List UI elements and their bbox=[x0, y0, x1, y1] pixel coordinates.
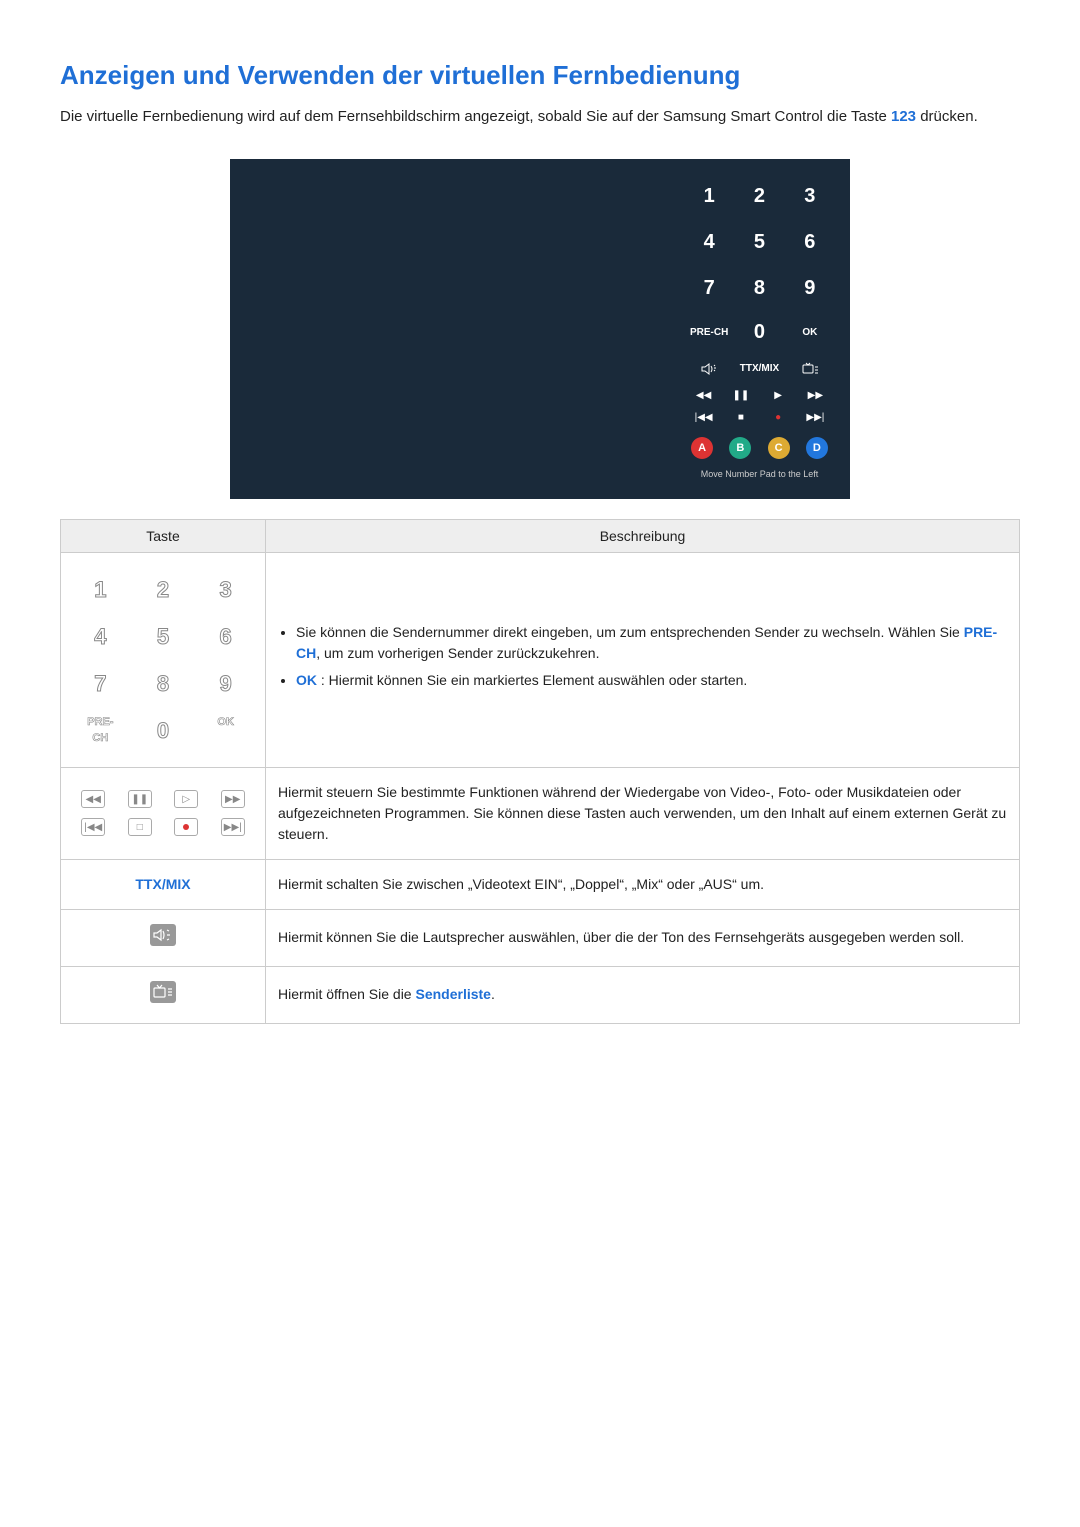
table-head-desc: Beschreibung bbox=[266, 519, 1020, 552]
speaker-select-icon bbox=[150, 924, 176, 946]
key-skip-fwd-icon: ▶▶| bbox=[221, 818, 245, 836]
key-prech: PRE-CH bbox=[83, 714, 118, 747]
tv-pause-icon[interactable]: ❚❚ bbox=[724, 387, 757, 405]
key-9: 9 bbox=[208, 667, 243, 700]
b2-key: OK bbox=[296, 672, 317, 688]
tv-skip-back-icon[interactable]: |◀◀ bbox=[687, 409, 720, 427]
tv-ttxmix-button[interactable]: TTX/MIX bbox=[737, 359, 781, 379]
ttxmix-label: TTX/MIX bbox=[135, 876, 190, 892]
tv-num-9[interactable]: 9 bbox=[788, 269, 832, 309]
table-row: Hiermit können Sie die Lautsprecher ausw… bbox=[61, 909, 1020, 966]
key-1: 1 bbox=[83, 573, 118, 606]
key-pause-icon: ❚❚ bbox=[128, 790, 152, 808]
tv-forward-icon[interactable]: ▶▶ bbox=[799, 387, 832, 405]
tv-num-2[interactable]: 2 bbox=[737, 177, 781, 217]
key-ok: OK bbox=[208, 714, 243, 747]
key-6: 6 bbox=[208, 620, 243, 653]
tv-num-7[interactable]: 7 bbox=[687, 269, 731, 309]
tv-num-6[interactable]: 6 bbox=[788, 223, 832, 263]
key-stop-icon: □ bbox=[128, 818, 152, 836]
table-head-key: Taste bbox=[61, 519, 266, 552]
keypad-outline: 1 2 3 4 5 6 7 8 9 PRE-CH 0 OK bbox=[73, 567, 253, 753]
key-7: 7 bbox=[83, 667, 118, 700]
numpad-bullet-1: Sie können die Sendernummer direkt einge… bbox=[296, 622, 1007, 664]
page-title: Anzeigen und Verwenden der virtuellen Fe… bbox=[60, 60, 1020, 91]
tv-num-1[interactable]: 1 bbox=[687, 177, 731, 217]
intro-paragraph: Die virtuelle Fernbedienung wird auf dem… bbox=[60, 106, 1020, 129]
transport-keys-outline: ◀◀ ❚❚ ▷ ▶▶ |◀◀ □ ▶▶| bbox=[73, 790, 253, 836]
intro-key-123: 123 bbox=[891, 108, 916, 125]
table-row: 1 2 3 4 5 6 7 8 9 PRE-CH 0 OK bbox=[61, 552, 1020, 767]
key-8: 8 bbox=[146, 667, 181, 700]
tv-num-3[interactable]: 3 bbox=[788, 177, 832, 217]
table-row: ◀◀ ❚❚ ▷ ▶▶ |◀◀ □ ▶▶| Hiermit steuern Sie… bbox=[61, 767, 1020, 859]
tv-num-8[interactable]: 8 bbox=[737, 269, 781, 309]
tv-color-c-button[interactable]: C bbox=[768, 437, 790, 459]
tv-skip-fwd-icon[interactable]: ▶▶| bbox=[799, 409, 832, 427]
chlist-pre: Hiermit öffnen Sie die bbox=[278, 986, 415, 1002]
tv-rewind-icon[interactable]: ◀◀ bbox=[687, 387, 720, 405]
tv-record-icon[interactable]: ● bbox=[762, 409, 795, 427]
channel-list-icon bbox=[150, 981, 176, 1003]
key-record-icon bbox=[174, 818, 198, 836]
numpad-bullet-2: OK : Hiermit können Sie ein markiertes E… bbox=[296, 670, 1007, 691]
chlist-key: Senderliste bbox=[415, 986, 490, 1002]
tv-color-b-button[interactable]: B bbox=[729, 437, 751, 459]
key-skip-back-icon: |◀◀ bbox=[81, 818, 105, 836]
tv-color-d-button[interactable]: D bbox=[806, 437, 828, 459]
chlist-desc: Hiermit öffnen Sie die Senderliste. bbox=[266, 966, 1020, 1023]
intro-post: drücken. bbox=[916, 108, 978, 125]
tv-stop-icon[interactable]: ■ bbox=[724, 409, 757, 427]
tv-color-a-button[interactable]: A bbox=[691, 437, 713, 459]
key-2: 2 bbox=[146, 573, 181, 606]
key-3: 3 bbox=[208, 573, 243, 606]
key-rewind-icon: ◀◀ bbox=[81, 790, 105, 808]
b1-post: , um zum vorherigen Sender zurückzukehre… bbox=[316, 645, 599, 661]
ttxmix-desc: Hiermit schalten Sie zwischen „Videotext… bbox=[266, 859, 1020, 909]
tv-speaker-select-icon[interactable] bbox=[687, 359, 731, 379]
tv-footer-hint: Move Number Pad to the Left bbox=[687, 469, 832, 479]
tv-number-grid: 1 2 3 4 5 6 7 8 9 bbox=[687, 177, 832, 309]
b1-pre: Sie können die Sendernummer direkt einge… bbox=[296, 624, 964, 640]
key-play-icon: ▷ bbox=[174, 790, 198, 808]
tv-play-icon[interactable]: ▶ bbox=[762, 387, 795, 405]
key-5: 5 bbox=[146, 620, 181, 653]
tv-ok-button[interactable]: OK bbox=[788, 313, 832, 353]
description-table: Taste Beschreibung 1 2 3 4 5 6 7 8 bbox=[60, 519, 1020, 1024]
transport-desc: Hiermit steuern Sie bestimmte Funktionen… bbox=[266, 767, 1020, 859]
intro-pre: Die virtuelle Fernbedienung wird auf dem… bbox=[60, 108, 891, 125]
key-4: 4 bbox=[83, 620, 118, 653]
table-row: Hiermit öffnen Sie die Senderliste. bbox=[61, 966, 1020, 1023]
key-0: 0 bbox=[146, 714, 181, 747]
speaker-desc: Hiermit können Sie die Lautsprecher ausw… bbox=[266, 909, 1020, 966]
tv-prech-button[interactable]: PRE-CH bbox=[687, 313, 731, 353]
chlist-post: . bbox=[491, 986, 495, 1002]
key-forward-icon: ▶▶ bbox=[221, 790, 245, 808]
tv-num-5[interactable]: 5 bbox=[737, 223, 781, 263]
tv-num-4[interactable]: 4 bbox=[687, 223, 731, 263]
table-row: TTX/MIX Hiermit schalten Sie zwischen „V… bbox=[61, 859, 1020, 909]
tv-screenshot: 1 2 3 4 5 6 7 8 9 PRE-CH 0 OK TTX/MIX bbox=[230, 159, 850, 499]
b2-post: : Hiermit können Sie ein markiertes Elem… bbox=[317, 672, 747, 688]
tv-num-0[interactable]: 0 bbox=[737, 313, 781, 353]
tv-channel-list-icon[interactable] bbox=[788, 359, 832, 379]
